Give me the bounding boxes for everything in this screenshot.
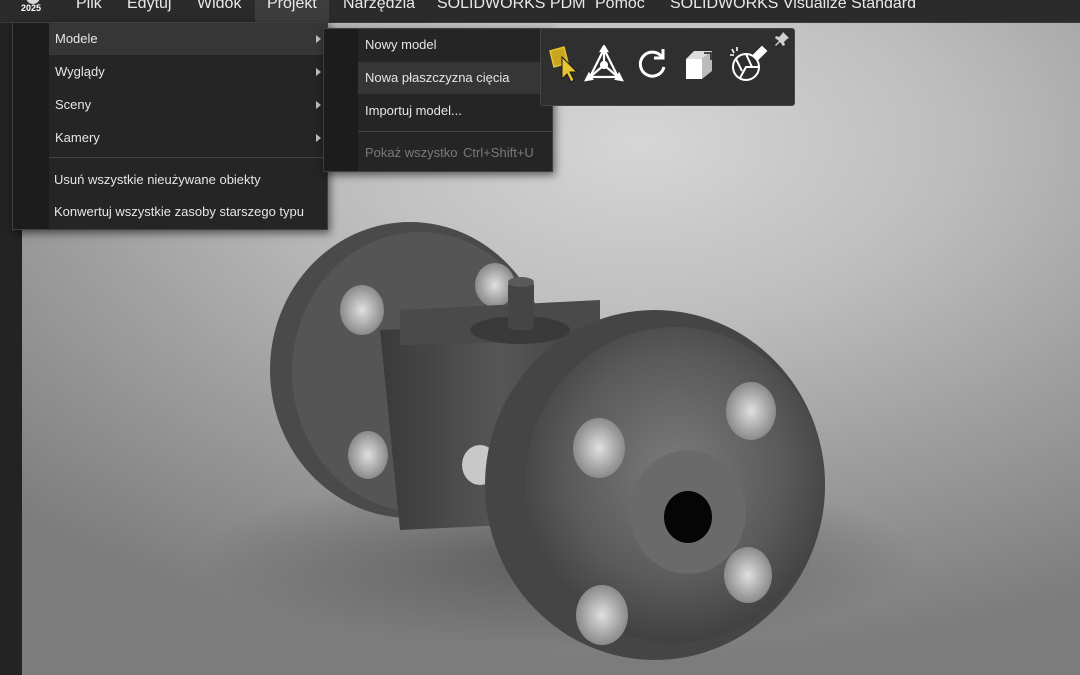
menu-item-label: Kamery bbox=[55, 130, 100, 145]
submenu-arrow-icon bbox=[316, 68, 321, 76]
menu-separator bbox=[358, 131, 552, 132]
menu-item-label: Pokaż wszystko bbox=[365, 145, 458, 160]
bolt-hole bbox=[724, 547, 772, 603]
menu-edit[interactable]: Edytuj bbox=[115, 0, 183, 22]
menu-bar: 2025 Plik Edytuj Widok Projekt Narzędzia… bbox=[0, 0, 1080, 23]
menu-item-label: Nowa płaszczyzna cięcia bbox=[365, 70, 510, 85]
camera-edit-icon[interactable] bbox=[728, 45, 768, 85]
menu-item-remove-unused[interactable]: Usuń wszystkie nieużywane obiekty bbox=[13, 164, 327, 196]
bolt-hole bbox=[340, 285, 384, 335]
menu-item-label: Modele bbox=[55, 31, 98, 46]
project-menu-dropdown: Modele Wyglądy Sceny Kamery Usuń wszystk… bbox=[12, 22, 328, 230]
menu-visualize-standard[interactable]: SOLIDWORKS Visualize Standard bbox=[658, 0, 928, 22]
menu-item-scenes[interactable]: Sceny bbox=[13, 89, 327, 121]
menu-item-label: Nowy model bbox=[365, 37, 437, 52]
bolt-hole bbox=[726, 382, 776, 440]
menu-item-label: Importuj model... bbox=[365, 103, 462, 118]
menu-item-label: Usuń wszystkie nieużywane obiekty bbox=[54, 172, 261, 187]
submenu-arrow-icon bbox=[316, 101, 321, 109]
menu-view[interactable]: Widok bbox=[185, 0, 253, 22]
app-logo: 2025 bbox=[18, 0, 48, 20]
models-submenu: Nowy model Nowa płaszczyzna cięcia Impor… bbox=[323, 28, 553, 172]
menu-tools[interactable]: Narzędzia bbox=[331, 0, 427, 22]
cube-scale-icon[interactable] bbox=[680, 45, 720, 85]
valve-stem bbox=[508, 280, 534, 330]
submenu-item-import-model[interactable]: Importuj model... bbox=[358, 95, 552, 127]
submenu-item-new-cut-plane[interactable]: Nowa płaszczyzna cięcia bbox=[358, 62, 552, 94]
bore-hole bbox=[664, 491, 712, 543]
object-tools-toolbar bbox=[540, 28, 795, 106]
menu-item-label: Konwertuj wszystkie zasoby starszego typ… bbox=[54, 204, 304, 219]
menu-item-label: Sceny bbox=[55, 97, 92, 112]
submenu-arrow-icon bbox=[316, 134, 321, 142]
select-part-icon[interactable] bbox=[546, 45, 586, 85]
logo-year: 2025 bbox=[21, 3, 42, 13]
submenu-item-show-all[interactable]: Pokaż wszystko Ctrl+Shift+U bbox=[358, 137, 552, 169]
bolt-hole bbox=[348, 431, 388, 479]
pin-icon[interactable] bbox=[774, 31, 790, 47]
menu-project[interactable]: Projekt bbox=[255, 0, 329, 22]
menu-item-shortcut: Ctrl+Shift+U bbox=[463, 145, 534, 160]
menu-item-models[interactable]: Modele bbox=[49, 23, 327, 55]
menu-item-cameras[interactable]: Kamery bbox=[13, 122, 327, 154]
bolt-hole bbox=[576, 585, 628, 645]
menu-gutter bbox=[324, 29, 358, 171]
submenu-item-new-model[interactable]: Nowy model bbox=[358, 29, 552, 61]
menu-help[interactable]: Pomoc bbox=[583, 0, 657, 22]
menu-item-convert-legacy[interactable]: Konwertuj wszystkie zasoby starszego typ… bbox=[13, 196, 327, 228]
bolt-hole bbox=[573, 418, 625, 478]
menu-separator bbox=[49, 157, 327, 158]
menu-item-label: Wyglądy bbox=[55, 64, 105, 79]
submenu-arrow-icon bbox=[316, 35, 321, 43]
menu-pdm[interactable]: SOLIDWORKS PDM bbox=[425, 0, 597, 22]
menu-item-appearances[interactable]: Wyglądy bbox=[13, 56, 327, 88]
rotate-icon[interactable] bbox=[632, 45, 672, 85]
menu-file[interactable]: Plik bbox=[64, 0, 114, 22]
move-gizmo-icon[interactable] bbox=[584, 43, 624, 85]
